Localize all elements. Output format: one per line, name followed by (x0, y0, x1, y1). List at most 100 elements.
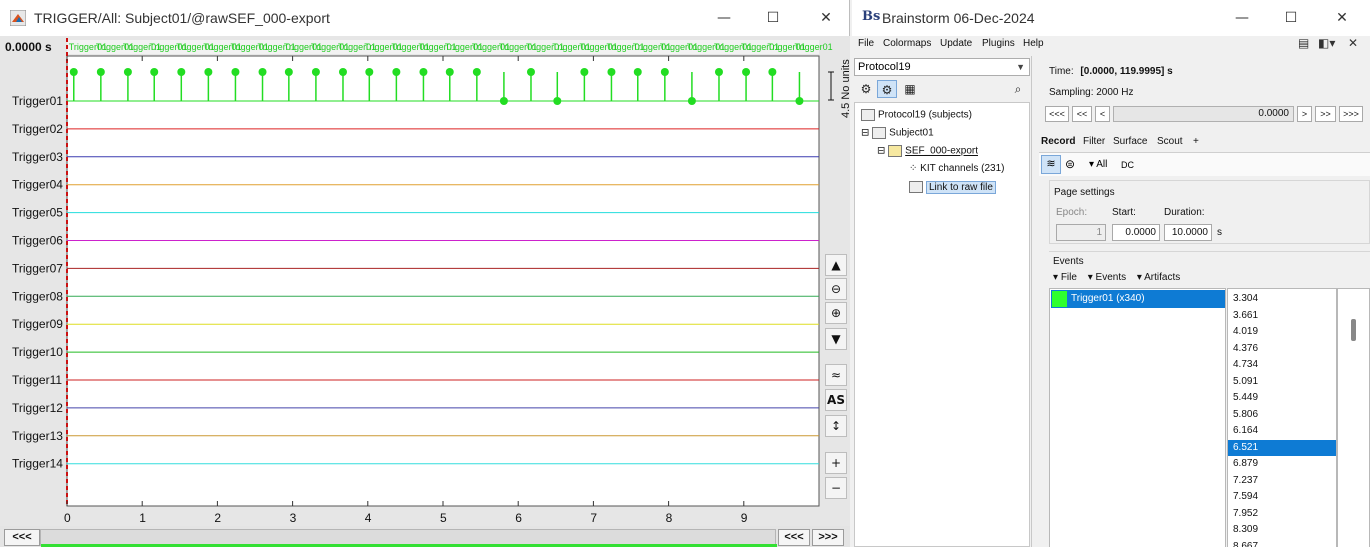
flip-button[interactable]: ↕ (825, 415, 847, 437)
event-times-scrollbar[interactable] (1337, 288, 1370, 547)
scroll-down-button[interactable]: ▼ (825, 328, 847, 350)
nav-first-button[interactable]: <<< (1045, 106, 1069, 122)
event-marker-label[interactable]: Trigger01 (794, 42, 832, 52)
start-field[interactable]: 0.0000 (1112, 224, 1160, 241)
channel-label[interactable]: Trigger05 (12, 206, 63, 220)
tree-node-label: SEF_000-export (905, 145, 978, 157)
menu-help[interactable]: Help (1023, 38, 1044, 49)
menu-plugins[interactable]: Plugins (982, 38, 1015, 49)
zoom-in-button[interactable]: ⊕ (825, 302, 847, 324)
scroll-first-button[interactable]: <<< (4, 529, 40, 546)
scroll-track[interactable] (40, 529, 777, 547)
event-time-row[interactable]: 5.091 (1228, 374, 1336, 390)
events-menu-events[interactable]: ▾ Events (1088, 272, 1126, 283)
minimize-icon[interactable]: — (714, 8, 734, 28)
event-time-row[interactable]: 7.594 (1228, 489, 1336, 505)
channel-label[interactable]: Trigger09 (12, 317, 63, 331)
events-menu-file[interactable]: ▾ File (1053, 272, 1077, 283)
maximize-icon[interactable]: ☐ (763, 8, 783, 28)
functional-view-icon[interactable]: ⚙ (877, 80, 897, 98)
tree-node-subject[interactable]: ⊟ Subject01 (861, 127, 934, 139)
display-mode-button[interactable]: ≈ (825, 364, 847, 386)
nav-next-page-button[interactable]: >> (1315, 106, 1336, 122)
current-time-field[interactable]: 0.0000 (1113, 106, 1294, 122)
tab-surface[interactable]: Surface (1113, 136, 1147, 147)
event-time-row[interactable]: 7.237 (1228, 473, 1336, 489)
collapse-icon[interactable]: ⊟ (877, 146, 888, 157)
montage-all-select[interactable]: ▾ All (1089, 159, 1107, 170)
event-time-row[interactable]: 7.952 (1228, 506, 1336, 522)
channel-label[interactable]: Trigger07 (12, 261, 63, 275)
menu-file[interactable]: File (858, 38, 874, 49)
tree-node-link[interactable]: Link to raw file (909, 180, 996, 194)
event-color-swatch[interactable] (1052, 291, 1067, 307)
nav-prev-page-button[interactable]: << (1072, 106, 1092, 122)
x-tick-label: 2 (214, 511, 221, 525)
minimize-icon[interactable]: — (1232, 8, 1252, 28)
tab-record[interactable]: Record (1041, 136, 1075, 147)
anatomy-view-icon[interactable]: ⚙ (856, 80, 876, 98)
window-layout-icon[interactable]: ◧▾ (1318, 36, 1335, 50)
event-time-row[interactable]: 5.449 (1228, 390, 1336, 406)
autoscale-button[interactable]: AS (825, 389, 847, 411)
nav-next-button[interactable]: > (1297, 106, 1312, 122)
tab-filter[interactable]: Filter (1083, 136, 1105, 147)
raw-file-icon (909, 181, 923, 193)
duration-field[interactable]: 10.0000 (1164, 224, 1212, 241)
search-icon[interactable]: ⌕ (1008, 80, 1028, 98)
nav-last-button[interactable]: >>> (1339, 106, 1363, 122)
channel-label[interactable]: Trigger02 (12, 122, 63, 136)
scroll-up-button[interactable]: ▲ (825, 254, 847, 276)
event-time-row[interactable]: 4.734 (1228, 357, 1336, 373)
maximize-icon[interactable]: ☐ (1281, 8, 1301, 28)
close-icon[interactable]: ✕ (1332, 8, 1352, 28)
tab-scout[interactable]: Scout (1157, 136, 1183, 147)
scroll-prev-button[interactable]: <<< (778, 529, 810, 546)
dc-toggle[interactable]: DC (1121, 160, 1134, 170)
zoom-out-button[interactable]: ⊖ (825, 278, 847, 300)
event-times-scroll-thumb[interactable] (1351, 319, 1356, 341)
channel-label[interactable]: Trigger12 (12, 401, 63, 415)
event-time-row[interactable]: 6.164 (1228, 423, 1336, 439)
event-time-row[interactable]: 5.806 (1228, 407, 1336, 423)
plot-axes[interactable] (66, 55, 820, 507)
event-time-row[interactable]: 8.309 (1228, 522, 1336, 538)
tab-add[interactable]: + (1193, 136, 1199, 147)
scroll-next-button[interactable]: >>> (812, 529, 844, 546)
tree-node-channels[interactable]: ⁘ KIT channels (231) (909, 163, 1004, 174)
channel-label[interactable]: Trigger10 (12, 345, 63, 359)
gain-increase-button[interactable]: + (825, 452, 847, 474)
event-item-trigger01[interactable]: Trigger01 (x340) (1051, 290, 1225, 308)
tree-node-dataset[interactable]: ⊟ SEF_000-export (877, 145, 978, 157)
event-time-row[interactable]: 8.667 (1228, 539, 1336, 547)
menu-colormaps[interactable]: Colormaps (883, 38, 931, 49)
event-time-row[interactable]: 3.661 (1228, 308, 1336, 324)
event-time-row[interactable]: 3.304 (1228, 291, 1336, 307)
channel-label[interactable]: Trigger08 (12, 289, 63, 303)
protocol-select[interactable]: Protocol19 ▼ (854, 58, 1030, 76)
events-menu-artifacts[interactable]: ▾ Artifacts (1137, 272, 1180, 283)
layout-icon[interactable]: ▤ (1298, 36, 1309, 50)
montage-icon[interactable]: ⊜ (1065, 157, 1075, 171)
channel-label[interactable]: Trigger11 (12, 373, 62, 387)
gain-decrease-button[interactable]: − (825, 477, 847, 499)
channel-label[interactable]: Trigger14 (12, 457, 63, 471)
channel-label[interactable]: Trigger04 (12, 178, 63, 192)
tree-node-protocol[interactable]: Protocol19 (subjects) (861, 109, 972, 121)
event-time-row[interactable]: 4.019 (1228, 324, 1336, 340)
close-icon[interactable]: ✕ (816, 8, 836, 28)
nav-prev-button[interactable]: < (1095, 106, 1110, 122)
collapse-icon[interactable]: ⊟ (861, 128, 872, 139)
channel-label[interactable]: Trigger01 (12, 94, 63, 108)
study-view-icon[interactable]: ▦ (900, 80, 920, 98)
channel-label[interactable]: Trigger06 (12, 234, 63, 248)
event-time-row[interactable]: 6.521 (1228, 439, 1336, 456)
close-panel-icon[interactable]: ✕ (1348, 36, 1358, 50)
channel-label[interactable]: Trigger03 (12, 150, 63, 164)
menu-update[interactable]: Update (940, 38, 972, 49)
channel-label[interactable]: Trigger13 (12, 429, 63, 443)
event-time-row[interactable]: 4.376 (1228, 341, 1336, 357)
trigger-plot[interactable]: Trigger01Trigger01Trigger01Trigger01Trig… (0, 36, 850, 526)
butterfly-icon[interactable]: ≋ (1041, 155, 1061, 174)
event-time-row[interactable]: 6.879 (1228, 456, 1336, 472)
